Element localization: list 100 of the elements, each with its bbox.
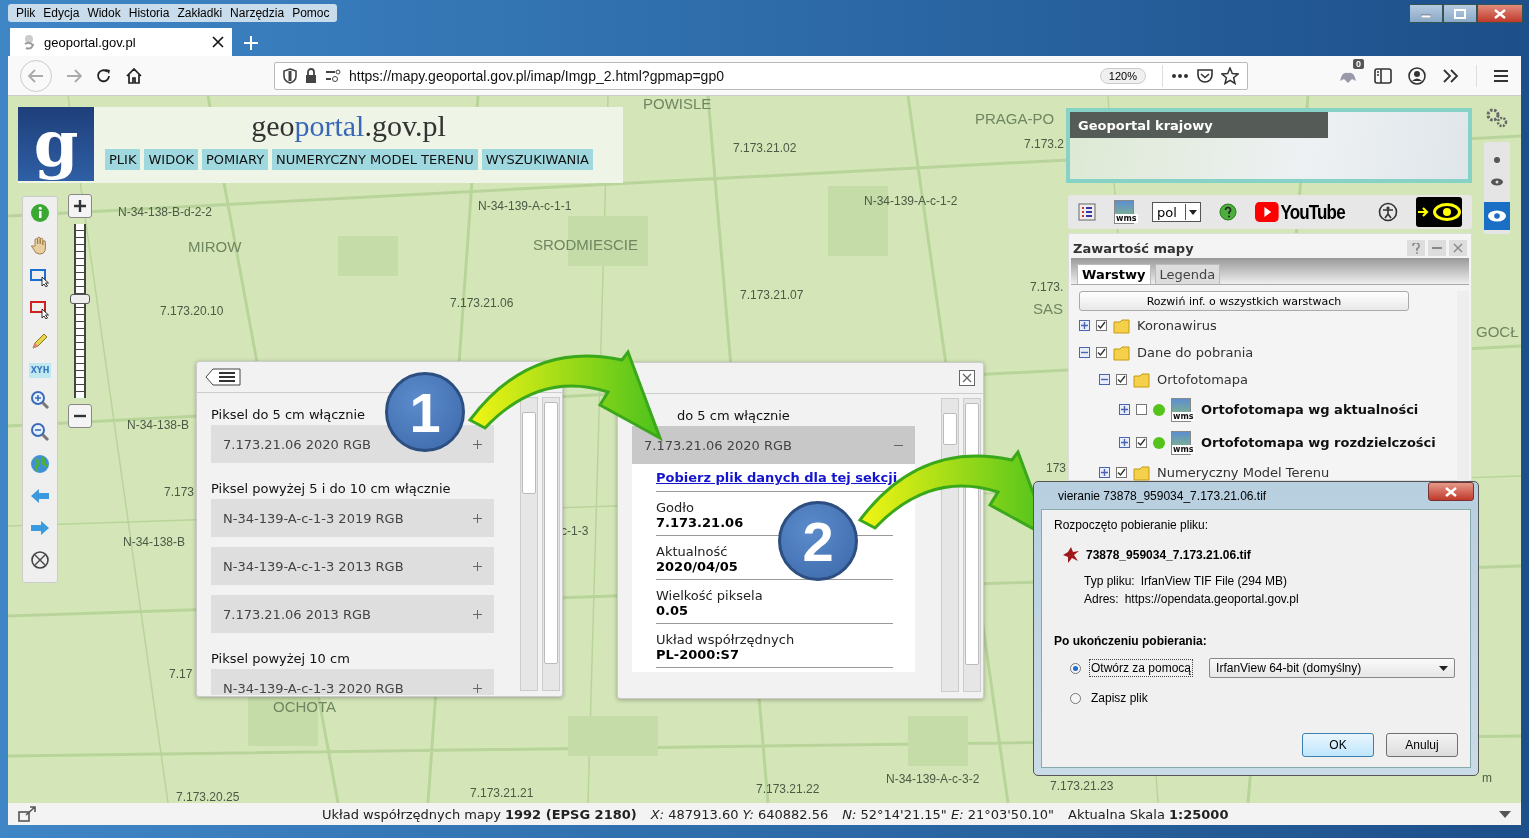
rectangle-select-icon[interactable]: [30, 267, 50, 287]
legend-grid-icon[interactable]: [1078, 203, 1096, 221]
option-label[interactable]: Otwórz za pomocą: [1089, 659, 1194, 677]
minimize-button[interactable]: [1409, 4, 1443, 23]
dot-icon[interactable]: [1493, 156, 1501, 164]
cancel-button[interactable]: Anuluj: [1386, 733, 1458, 757]
maximize-button[interactable]: [1443, 4, 1477, 23]
browser-tab[interactable]: geoportal.gov.pl: [10, 28, 232, 56]
layer-name[interactable]: Dane do pobrania: [1137, 345, 1254, 360]
close-icon[interactable]: [212, 36, 224, 48]
main-menu-button[interactable]: POMIARY: [201, 149, 269, 170]
layer-checkbox[interactable]: [1096, 320, 1107, 331]
caret-icon[interactable]: [1499, 810, 1511, 818]
eye-icon[interactable]: [1490, 178, 1504, 186]
star-icon[interactable]: [1221, 66, 1239, 85]
application-select[interactable]: IrfanView 64-bit (domyślny): [1209, 658, 1456, 678]
option-label[interactable]: Zapisz plik: [1089, 689, 1150, 707]
field-value: IrfanView TIF File (294 MB): [1140, 574, 1287, 588]
address-field[interactable]: https://mapy.geoportal.gov.pl/imap/Imgp_2.html?gpmap=gp0 120%: [274, 61, 1248, 90]
section-item[interactable]: N-34-139-A-c-1-3 2020 RGB: [211, 669, 494, 695]
eye-button[interactable]: [1484, 202, 1510, 230]
zoom-in-button[interactable]: [68, 194, 92, 218]
zoom-out-button[interactable]: [68, 404, 92, 428]
collapse-button[interactable]: [1099, 374, 1110, 385]
rectangle-select-icon[interactable]: [30, 299, 50, 319]
menu-item[interactable]: Historia: [124, 5, 174, 21]
globe-icon[interactable]: [30, 454, 50, 474]
menu-item[interactable]: Edycja: [39, 5, 84, 21]
sidebar-icon[interactable]: [1374, 67, 1392, 84]
expand-button[interactable]: [1099, 467, 1110, 478]
layer-name[interactable]: Ortofotomapa wg rozdzielczości: [1201, 435, 1436, 450]
layer-name[interactable]: Ortofotomapa wg aktualności: [1201, 402, 1419, 417]
close-button[interactable]: [1428, 482, 1474, 501]
list-icon[interactable]: [205, 368, 241, 386]
info-icon[interactable]: [30, 203, 50, 223]
more-icon[interactable]: [1171, 72, 1189, 79]
arrow-right-icon[interactable]: [30, 518, 50, 538]
menu-item[interactable]: Widok: [83, 5, 125, 21]
section-item[interactable]: 7.173.21.06 2013 RGB: [211, 595, 494, 633]
layer-name[interactable]: Koronawirus: [1137, 318, 1217, 333]
new-tab-button[interactable]: [244, 36, 258, 50]
overview-map[interactable]: Geoportal krajowy: [1066, 108, 1472, 183]
pencil-icon[interactable]: [30, 331, 50, 351]
zoom-in-icon[interactable]: [30, 390, 50, 410]
scrollbar[interactable]: [542, 397, 560, 691]
main-menu-button[interactable]: WYSZUKIWANIA: [481, 149, 593, 170]
site-logo[interactable]: g: [18, 107, 94, 181]
section-item[interactable]: 7.173.21.06 2020 RGB: [632, 426, 915, 464]
menu-item[interactable]: Pomoc: [288, 5, 334, 21]
menu-icon[interactable]: [1493, 68, 1509, 83]
pocket-icon[interactable]: [1197, 67, 1213, 84]
ok-button[interactable]: OK: [1302, 733, 1374, 757]
menu-item[interactable]: Narzędzia: [226, 5, 289, 21]
radio-button[interactable]: [1070, 662, 1081, 674]
reload-button[interactable]: [96, 67, 112, 84]
eye-icon: [1433, 203, 1462, 221]
main-menu-button[interactable]: PLIK: [105, 149, 141, 170]
help-button[interactable]: [1407, 240, 1425, 256]
layer-checkbox[interactable]: [1116, 467, 1127, 478]
settings-icon[interactable]: [1486, 108, 1508, 128]
main-menu-button[interactable]: WIDOK: [144, 149, 198, 170]
section-item[interactable]: N-34-139-A-c-1-3 2013 RGB: [211, 547, 494, 585]
layer-name[interactable]: Ortofotomapa: [1157, 372, 1249, 387]
arrow-left-icon[interactable]: [30, 486, 50, 506]
menu-item[interactable]: Zakładki: [173, 5, 227, 21]
panel-tab[interactable]: Warstwy: [1077, 264, 1151, 284]
scrollbar[interactable]: [520, 397, 538, 691]
home-button[interactable]: [126, 67, 142, 84]
minimize-button[interactable]: [1428, 240, 1446, 256]
video-channel-link[interactable]: YouTube: [1254, 200, 1345, 224]
layer-name[interactable]: Numeryczny Model Terenu: [1157, 465, 1330, 480]
expand-button[interactable]: [1119, 404, 1130, 415]
zoom-level[interactable]: 120%: [1099, 67, 1146, 84]
radio-button[interactable]: [1070, 692, 1081, 704]
accessibility-icon[interactable]: [1378, 202, 1399, 222]
circle-cross-icon[interactable]: [30, 550, 50, 570]
layer-checkbox[interactable]: [1136, 437, 1147, 448]
map-sheet-label: 7.173.21.07: [740, 288, 804, 302]
main-menu-button[interactable]: NUMERYCZNY MODEL TERENU: [272, 149, 478, 170]
panel-tab[interactable]: Legenda: [1154, 264, 1221, 284]
layer-checkbox[interactable]: [1116, 374, 1127, 385]
zoom-out-icon[interactable]: [30, 422, 50, 442]
url-text: https://mapy.geoportal.gov.pl/imap/Imgp_2.html?gpmap=gp0: [349, 67, 725, 84]
menu-item[interactable]: Plik: [12, 5, 40, 21]
layer-checkbox[interactable]: [1096, 347, 1107, 358]
expand-button[interactable]: [1119, 437, 1130, 448]
chevrons-icon[interactable]: [1442, 68, 1460, 83]
layer-checkbox[interactable]: [1136, 404, 1147, 415]
high-contrast-button[interactable]: [1416, 197, 1462, 227]
account-icon[interactable]: [1408, 66, 1426, 85]
resize-icon[interactable]: [18, 806, 38, 822]
language-select[interactable]: pol: [1152, 202, 1201, 222]
expand-button[interactable]: [1079, 320, 1090, 331]
help-icon[interactable]: [1218, 203, 1237, 221]
field-label: Układ współrzędnych: [656, 632, 796, 647]
section-item[interactable]: N-34-139-A-c-1-3 2019 RGB: [211, 499, 494, 537]
expand-all-button[interactable]: Rozwiń inf. o wszystkich warstwach: [1079, 291, 1409, 311]
zoom-slider-thumb[interactable]: [70, 293, 90, 304]
close-button[interactable]: [1477, 4, 1523, 23]
collapse-button[interactable]: [1079, 347, 1090, 358]
